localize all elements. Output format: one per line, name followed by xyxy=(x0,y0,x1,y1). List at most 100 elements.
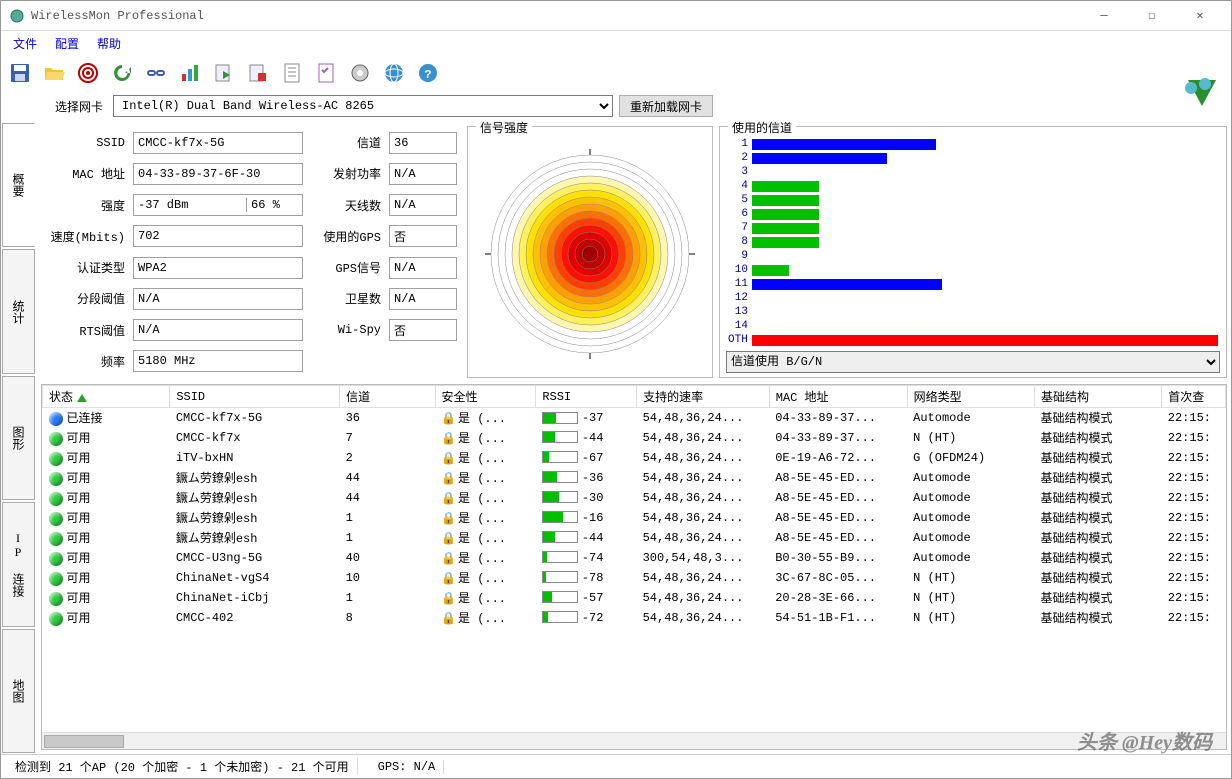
antenna-value: N/A xyxy=(389,194,457,216)
table-row[interactable]: 可用 ChinaNet-vgS410 🔒是 (... -78 54,48,36,… xyxy=(43,568,1226,588)
refresh-icon[interactable] xyxy=(109,60,135,86)
table-row[interactable]: 可用 鐝ム劳鐐剁esh44 🔒是 (... -36 54,48,36,24...… xyxy=(43,468,1226,488)
wispy-value: 否 xyxy=(389,319,457,341)
channel-bars: 1234567891011121314OTH xyxy=(726,135,1220,349)
adapter-label: 选择网卡 xyxy=(7,98,107,115)
channel-legend: 使用的信道 xyxy=(728,119,796,136)
signal-legend: 信号强度 xyxy=(476,119,532,136)
table-row[interactable]: 可用 鐝ム劳鐐剁esh1 🔒是 (... -44 54,48,36,24...A… xyxy=(43,528,1226,548)
table-row[interactable]: 可用 鐝ム劳鐐剁esh44 🔒是 (... -30 54,48,36,24...… xyxy=(43,488,1226,508)
tab-stats[interactable]: 统计 xyxy=(2,249,35,373)
globe-icon[interactable] xyxy=(381,60,407,86)
run-log-icon[interactable] xyxy=(211,60,237,86)
close-button[interactable]: ✕ xyxy=(1177,1,1223,31)
status-gps: GPS: N/A xyxy=(370,760,445,774)
app-icon xyxy=(9,8,25,24)
window-title: WirelessMon Professional xyxy=(31,9,1081,23)
menu-help[interactable]: 帮助 xyxy=(89,33,129,54)
open-icon[interactable] xyxy=(41,60,67,86)
speed-value: 702 xyxy=(133,225,303,247)
channel-label: 信道 xyxy=(309,134,383,151)
stop-log-icon[interactable] xyxy=(245,60,271,86)
auth-value: WPA2 xyxy=(133,257,303,279)
freq-value: 5180 MHz xyxy=(133,350,303,372)
col-nettype[interactable]: 网络类型 xyxy=(907,386,1034,408)
gps-used-value: 否 xyxy=(389,225,457,247)
table-row[interactable]: 已连接 CMCC-kf7x-5G36 🔒是 (... -37 54,48,36,… xyxy=(43,408,1226,428)
col-status[interactable]: 状态 xyxy=(43,386,170,408)
settings-icon[interactable] xyxy=(347,60,373,86)
table-row[interactable]: 可用 CMCC-U3ng-5G40 🔒是 (... -74 300,54,48,… xyxy=(43,548,1226,568)
save-icon[interactable] xyxy=(7,60,33,86)
table-row[interactable]: 可用 CMCC-kf7x7 🔒是 (... -44 54,48,36,24...… xyxy=(43,428,1226,448)
lock-icon: 🔒 xyxy=(441,452,456,466)
channel-row: 2 xyxy=(728,151,1218,165)
status-ap-count: 检测到 21 个AP (20 个加密 - 1 个未加密) - 21 个可用 xyxy=(7,758,358,775)
link-icon[interactable] xyxy=(143,60,169,86)
col-mac[interactable]: MAC 地址 xyxy=(769,386,907,408)
horizontal-scrollbar[interactable] xyxy=(42,732,1226,749)
col-security[interactable]: 安全性 xyxy=(435,386,536,408)
menu-file[interactable]: 文件 xyxy=(5,33,45,54)
table-row[interactable]: 可用 鐝ム劳鐐剁esh1 🔒是 (... -16 54,48,36,24...A… xyxy=(43,508,1226,528)
gps-signal-value: N/A xyxy=(389,257,457,279)
tab-graph[interactable]: 图形 xyxy=(2,376,35,500)
lock-icon: 🔒 xyxy=(441,592,456,606)
rts-value: N/A xyxy=(133,319,303,341)
channel-row: 11 xyxy=(728,277,1218,291)
adapter-select[interactable]: Intel(R) Dual Band Wireless-AC 8265 xyxy=(113,95,613,117)
channel-row: 8 xyxy=(728,235,1218,249)
maximize-button[interactable]: ☐ xyxy=(1129,1,1175,31)
channel-row: 12 xyxy=(728,291,1218,305)
channel-row: 3 xyxy=(728,165,1218,179)
network-table[interactable]: 状态 SSID 信道 安全性 RSSI 支持的速率 MAC 地址 网络类型 基础… xyxy=(42,385,1226,628)
antenna-label: 天线数 xyxy=(309,197,383,214)
tab-map[interactable]: 地图 xyxy=(2,629,35,753)
auth-label: 认证类型 xyxy=(45,259,127,276)
frag-value: N/A xyxy=(133,288,303,310)
table-row[interactable]: 可用 CMCC-4028 🔒是 (... -72 54,48,36,24...5… xyxy=(43,608,1226,628)
gps-used-label: 使用的GPS xyxy=(309,228,383,245)
col-ssid[interactable]: SSID xyxy=(170,386,340,408)
reload-adapter-button[interactable]: 重新加载网卡 xyxy=(619,95,713,117)
report-icon[interactable] xyxy=(279,60,305,86)
col-rates[interactable]: 支持的速率 xyxy=(637,386,770,408)
ssid-value: CMCC-kf7x-5G xyxy=(133,132,303,154)
strength-label: 强度 xyxy=(45,197,127,214)
freq-label: 频率 xyxy=(45,353,127,370)
table-row[interactable]: 可用 iTV-bxHN2 🔒是 (... -67 54,48,36,24...0… xyxy=(43,448,1226,468)
tab-ip-conn[interactable]: IP 连接 xyxy=(2,502,35,626)
chart-icon[interactable] xyxy=(177,60,203,86)
col-rssi[interactable]: RSSI xyxy=(536,386,637,408)
txpower-label: 发射功率 xyxy=(309,165,383,182)
help-icon[interactable]: ? xyxy=(415,60,441,86)
channel-value: 36 xyxy=(389,132,457,154)
side-tabs: 概要 统计 图形 IP 连接 地图 xyxy=(1,122,37,754)
minimize-button[interactable]: ─ xyxy=(1081,1,1127,31)
col-infra[interactable]: 基础结构 xyxy=(1034,386,1161,408)
checklist-icon[interactable] xyxy=(313,60,339,86)
speed-label: 速度(Mbits) xyxy=(45,228,127,245)
menu-config[interactable]: 配置 xyxy=(47,33,87,54)
channel-mode-select[interactable]: 信道使用 B/G/N xyxy=(726,351,1220,373)
sat-label: 卫星数 xyxy=(309,290,383,307)
col-channel[interactable]: 信道 xyxy=(340,386,435,408)
ssid-label: SSID xyxy=(45,136,127,150)
connection-fields: SSID CMCC-kf7x-5G 信道 36 MAC 地址 04-33-89-… xyxy=(41,126,461,378)
col-first[interactable]: 首次查 xyxy=(1162,386,1226,408)
table-row[interactable]: 可用 ChinaNet-iCbj1 🔒是 (... -57 54,48,36,2… xyxy=(43,588,1226,608)
channel-row: 5 xyxy=(728,193,1218,207)
titlebar: WirelessMon Professional ─ ☐ ✕ xyxy=(1,1,1231,31)
lock-icon: 🔒 xyxy=(441,572,456,586)
signal-radar-icon xyxy=(480,144,700,364)
lock-icon: 🔒 xyxy=(441,492,456,506)
network-table-wrap: 状态 SSID 信道 安全性 RSSI 支持的速率 MAC 地址 网络类型 基础… xyxy=(41,384,1227,750)
channel-row: 13 xyxy=(728,305,1218,319)
target-icon[interactable] xyxy=(75,60,101,86)
tab-summary[interactable]: 概要 xyxy=(2,123,35,247)
statusbar: 检测到 21 个AP (20 个加密 - 1 个未加密) - 21 个可用 GP… xyxy=(1,754,1231,778)
channel-row: 1 xyxy=(728,137,1218,151)
mac-value: 04-33-89-37-6F-30 xyxy=(133,163,303,185)
rts-label: RTS阈值 xyxy=(45,322,127,339)
logo-icon xyxy=(1180,70,1224,118)
